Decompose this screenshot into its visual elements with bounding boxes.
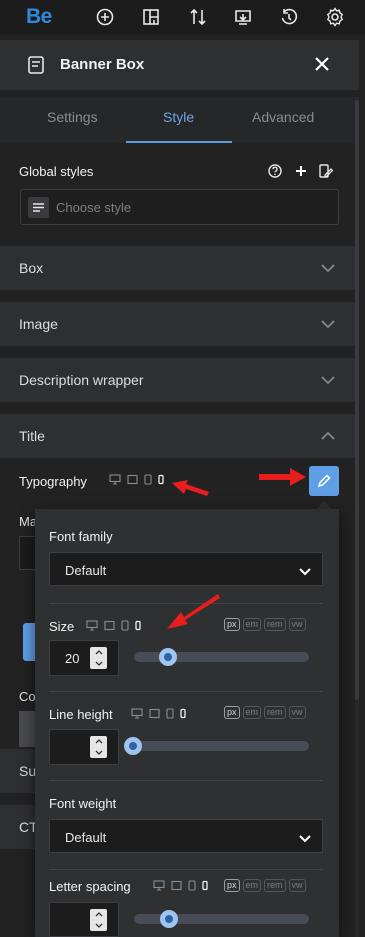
annotation-arrow-size: [167, 594, 220, 629]
annotation-arrow-edit: [259, 468, 306, 486]
annotation-arrows: [167, 468, 306, 629]
annotation-arrow-typography: [172, 480, 209, 496]
